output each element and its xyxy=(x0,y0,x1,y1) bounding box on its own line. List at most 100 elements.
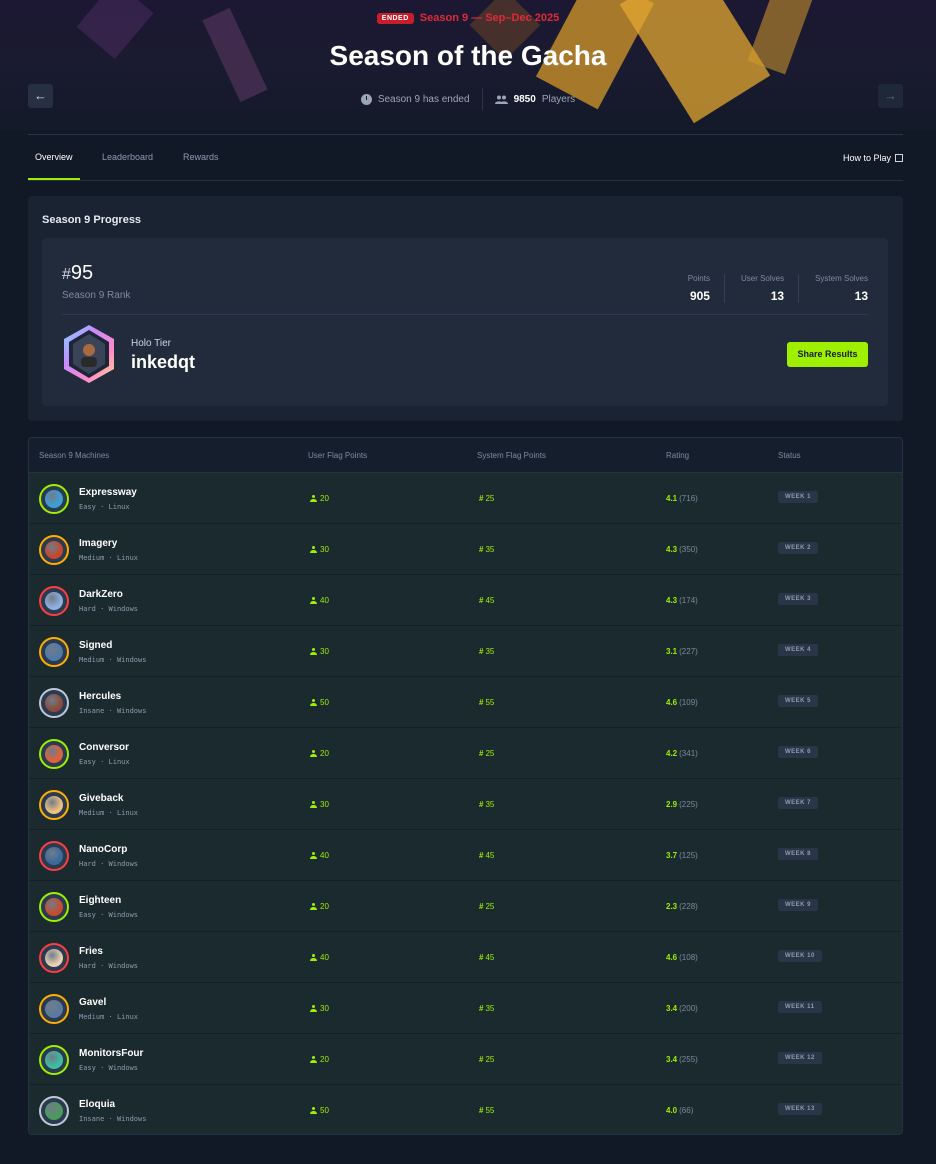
table-row[interactable]: Signed Medium · Windows 30 #35 3.1 (227) WEEK … xyxy=(29,626,902,677)
status-badge: WEEK 5 xyxy=(778,695,819,707)
system-points-value: 35 xyxy=(485,545,495,554)
hash-icon: # xyxy=(479,698,484,707)
table-row[interactable]: NanoCorp Hard · Windows 40 #45 3.7 (125) WEEK … xyxy=(29,830,902,881)
system-solves-value: 13 xyxy=(854,289,868,303)
machine-rating: 3.7 (125) xyxy=(666,851,698,860)
table-row[interactable]: Giveback Medium · Linux 30 #35 2.9 (225) WEEK … xyxy=(29,779,902,830)
rank-label: Season 9 Rank xyxy=(62,290,131,301)
machine-name[interactable]: Signed xyxy=(79,640,112,651)
user-solves-value: 13 xyxy=(770,289,785,303)
how-to-play-link[interactable]: How to Play xyxy=(843,153,903,163)
user-icon xyxy=(310,750,317,757)
machine-avatar xyxy=(39,943,69,973)
machine-avatar xyxy=(39,739,69,769)
machine-avatar xyxy=(39,484,69,514)
machine-os: Linux xyxy=(116,1013,139,1021)
rating-value: 4.6 xyxy=(666,698,678,707)
machine-avatar xyxy=(39,1045,69,1075)
machine-avatar xyxy=(39,688,69,718)
machines-table: Season 9 Machines User Flag Points Syste… xyxy=(28,437,903,1135)
machine-avatar-image xyxy=(45,847,63,865)
user-flag-points: 50 xyxy=(310,698,329,707)
machine-name[interactable]: Expressway xyxy=(79,487,137,498)
rating-count: (108) xyxy=(679,953,698,962)
rating-value: 3.7 xyxy=(666,851,678,860)
system-flag-points: #25 xyxy=(479,902,494,911)
rating-value: 4.6 xyxy=(666,953,678,962)
machine-name[interactable]: Imagery xyxy=(79,538,117,549)
machine-name[interactable]: Conversor xyxy=(79,742,129,753)
table-row[interactable]: MonitorsFour Easy · Windows 20 #25 3.4 (255) W… xyxy=(29,1034,902,1085)
season-dates-line: ENDED Season 9 — Sep–Dec 2025 xyxy=(0,12,936,24)
machine-meta: Medium · Linux xyxy=(79,554,139,562)
user-solves-label: User Solves xyxy=(740,274,785,283)
tier-label: Holo Tier xyxy=(131,338,172,349)
machine-name[interactable]: Eloquia xyxy=(79,1099,115,1110)
table-row[interactable]: Gavel Medium · Linux 30 #35 3.4 (200) WEEK 11 xyxy=(29,983,902,1034)
holo-tier-badge-icon xyxy=(64,325,114,383)
machine-meta: Insane · Windows xyxy=(79,707,147,715)
table-row[interactable]: Imagery Medium · Linux 30 #35 4.3 (350) WEEK 2 xyxy=(29,524,902,575)
clock-icon xyxy=(360,93,372,105)
share-results-button[interactable]: Share Results xyxy=(787,342,868,367)
rating-value: 3.4 xyxy=(666,1055,678,1064)
players-count: 9850 xyxy=(513,93,536,105)
user-points-value: 30 xyxy=(320,800,329,809)
table-row[interactable]: Eighteen Easy · Windows 20 #25 2.3 (228) WEEK … xyxy=(29,881,902,932)
status-badge: WEEK 1 xyxy=(778,491,819,503)
rating-count: (66) xyxy=(679,1106,694,1115)
machine-name[interactable]: Hercules xyxy=(79,691,121,702)
machine-name[interactable]: Eighteen xyxy=(79,895,121,906)
machine-meta: Insane · Windows xyxy=(79,1115,147,1123)
table-row[interactable]: DarkZero Hard · Windows 40 #45 4.3 (174) WEEK … xyxy=(29,575,902,626)
machine-rating: 4.6 (108) xyxy=(666,953,698,962)
machine-name[interactable]: Giveback xyxy=(79,793,123,804)
machine-name[interactable]: Gavel xyxy=(79,997,106,1008)
machine-avatar-image xyxy=(45,694,63,712)
machine-difficulty: Medium xyxy=(79,809,105,817)
table-row[interactable]: Expressway Easy · Linux 20 #25 4.1 (716) WEEK … xyxy=(29,473,902,524)
system-points-value: 25 xyxy=(485,494,495,503)
machine-os: Windows xyxy=(108,605,139,613)
table-row[interactable]: Hercules Insane · Windows 50 #55 4.6 (109) WEE… xyxy=(29,677,902,728)
table-row[interactable]: Eloquia Insane · Windows 50 #55 4.0 (66) WEEK … xyxy=(29,1085,902,1134)
hash-icon: # xyxy=(479,800,484,809)
table-row[interactable]: Fries Hard · Windows 40 #45 4.6 (108) WEEK 10 xyxy=(29,932,902,983)
previous-season-button[interactable]: ← xyxy=(28,84,53,108)
rating-count: (125) xyxy=(679,851,698,860)
machine-difficulty: Hard xyxy=(79,605,96,613)
rating-count: (225) xyxy=(679,800,698,809)
machine-name[interactable]: NanoCorp xyxy=(79,844,127,855)
meta-divider xyxy=(481,88,483,110)
hash-icon: # xyxy=(479,953,484,962)
system-points-value: 55 xyxy=(485,698,495,707)
tab-leaderboard[interactable]: Leaderboard xyxy=(102,152,153,162)
hash-icon: # xyxy=(479,596,484,605)
table-row[interactable]: Conversor Easy · Linux 20 #25 4.2 (341) WEEK 6 xyxy=(29,728,902,779)
machine-avatar-image xyxy=(45,745,63,763)
machine-meta: Hard · Windows xyxy=(79,605,139,613)
machine-name[interactable]: MonitorsFour xyxy=(79,1048,143,1059)
header-machines: Season 9 Machines xyxy=(39,451,110,460)
machine-name[interactable]: Fries xyxy=(79,946,103,957)
machine-name[interactable]: DarkZero xyxy=(79,589,123,600)
rating-value: 3.1 xyxy=(666,647,678,656)
status-badge: WEEK 7 xyxy=(778,797,819,809)
machine-rating: 3.1 (227) xyxy=(666,647,698,656)
system-points-value: 45 xyxy=(485,953,495,962)
system-solves-stat: System Solves 13 xyxy=(798,274,868,303)
status-badge: WEEK 8 xyxy=(778,848,819,860)
tab-rewards[interactable]: Rewards xyxy=(183,152,219,162)
user-points-value: 20 xyxy=(320,749,329,758)
user-points-value: 30 xyxy=(320,647,329,656)
machine-meta: Hard · Windows xyxy=(79,860,139,868)
season-dates: Season 9 — Sep–Dec 2025 xyxy=(419,12,560,24)
next-season-button[interactable]: → xyxy=(878,84,903,108)
system-flag-points: #25 xyxy=(479,749,494,758)
tab-overview[interactable]: Overview xyxy=(35,152,73,162)
rating-count: (716) xyxy=(679,494,698,503)
hash-icon: # xyxy=(479,494,484,503)
rating-count: (227) xyxy=(679,647,698,656)
machine-avatar xyxy=(39,535,69,565)
active-tab-indicator xyxy=(28,178,80,180)
